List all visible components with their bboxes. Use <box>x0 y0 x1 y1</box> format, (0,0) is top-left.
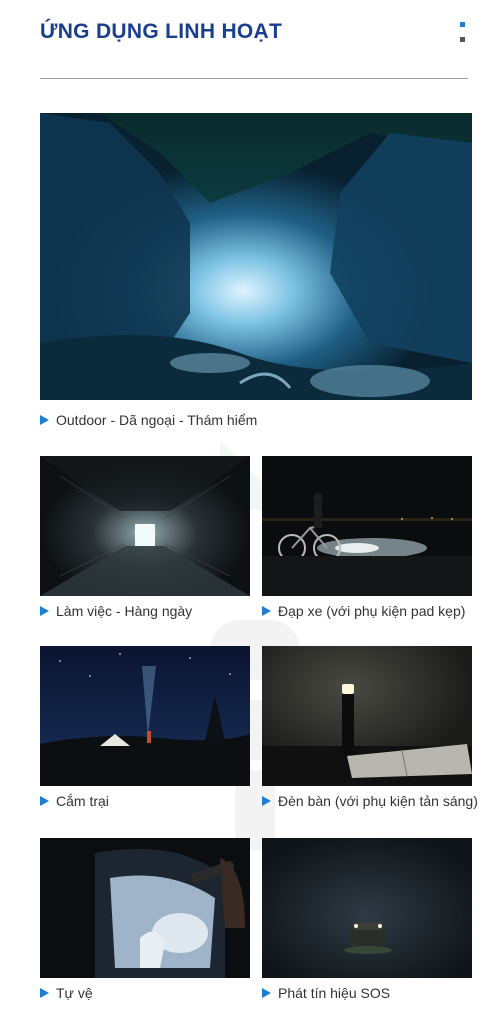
caption-5: Phát tín hiệu SOS <box>262 985 390 1001</box>
caption-text-0: Làm việc - Hàng ngày <box>56 603 193 619</box>
bullet-triangle-icon <box>40 606 49 616</box>
bullet-triangle-icon <box>40 796 49 806</box>
dot-blue <box>460 22 465 27</box>
page-title: ỨNG DỤNG LINH HOẠT <box>40 20 283 43</box>
caption-2: Cắm trại <box>40 793 109 809</box>
caption-text-3: Đèn bàn (với phụ kiện tản sáng) <box>278 793 478 809</box>
dot-gray <box>460 37 465 42</box>
tunnel-photo <box>40 456 250 596</box>
sos-signal-photo <box>262 838 472 978</box>
bullet-triangle-icon <box>40 988 49 998</box>
hero-caption: Outdoor - Dã ngoại - Thám hiểm <box>40 412 257 428</box>
desk-lamp-photo <box>262 646 472 786</box>
caption-text-1: Đạp xe (với phụ kiện pad kẹp) <box>278 603 466 619</box>
caption-3: Đèn bàn (với phụ kiện tản sáng) <box>262 793 478 809</box>
bullet-triangle-icon <box>262 796 271 806</box>
caption-1: Đạp xe (với phụ kiện pad kẹp) <box>262 603 465 619</box>
caption-text-4: Tự vệ <box>56 985 93 1001</box>
caption-4: Tự vệ <box>40 985 93 1001</box>
self-defense-photo <box>40 838 250 978</box>
bullet-triangle-icon <box>40 415 49 425</box>
bullet-triangle-icon <box>262 988 271 998</box>
ice-cave-photo <box>40 113 472 400</box>
caption-text-2: Cắm trại <box>56 793 109 809</box>
hero-caption-text: Outdoor - Dã ngoại - Thám hiểm <box>56 412 258 428</box>
bullet-triangle-icon <box>262 606 271 616</box>
caption-text-5: Phát tín hiệu SOS <box>278 985 391 1001</box>
camping-photo <box>40 646 250 786</box>
cyclist-photo <box>262 456 472 596</box>
caption-0: Làm việc - Hàng ngày <box>40 603 192 619</box>
menu-dots-icon[interactable] <box>460 22 466 52</box>
divider <box>40 78 468 79</box>
